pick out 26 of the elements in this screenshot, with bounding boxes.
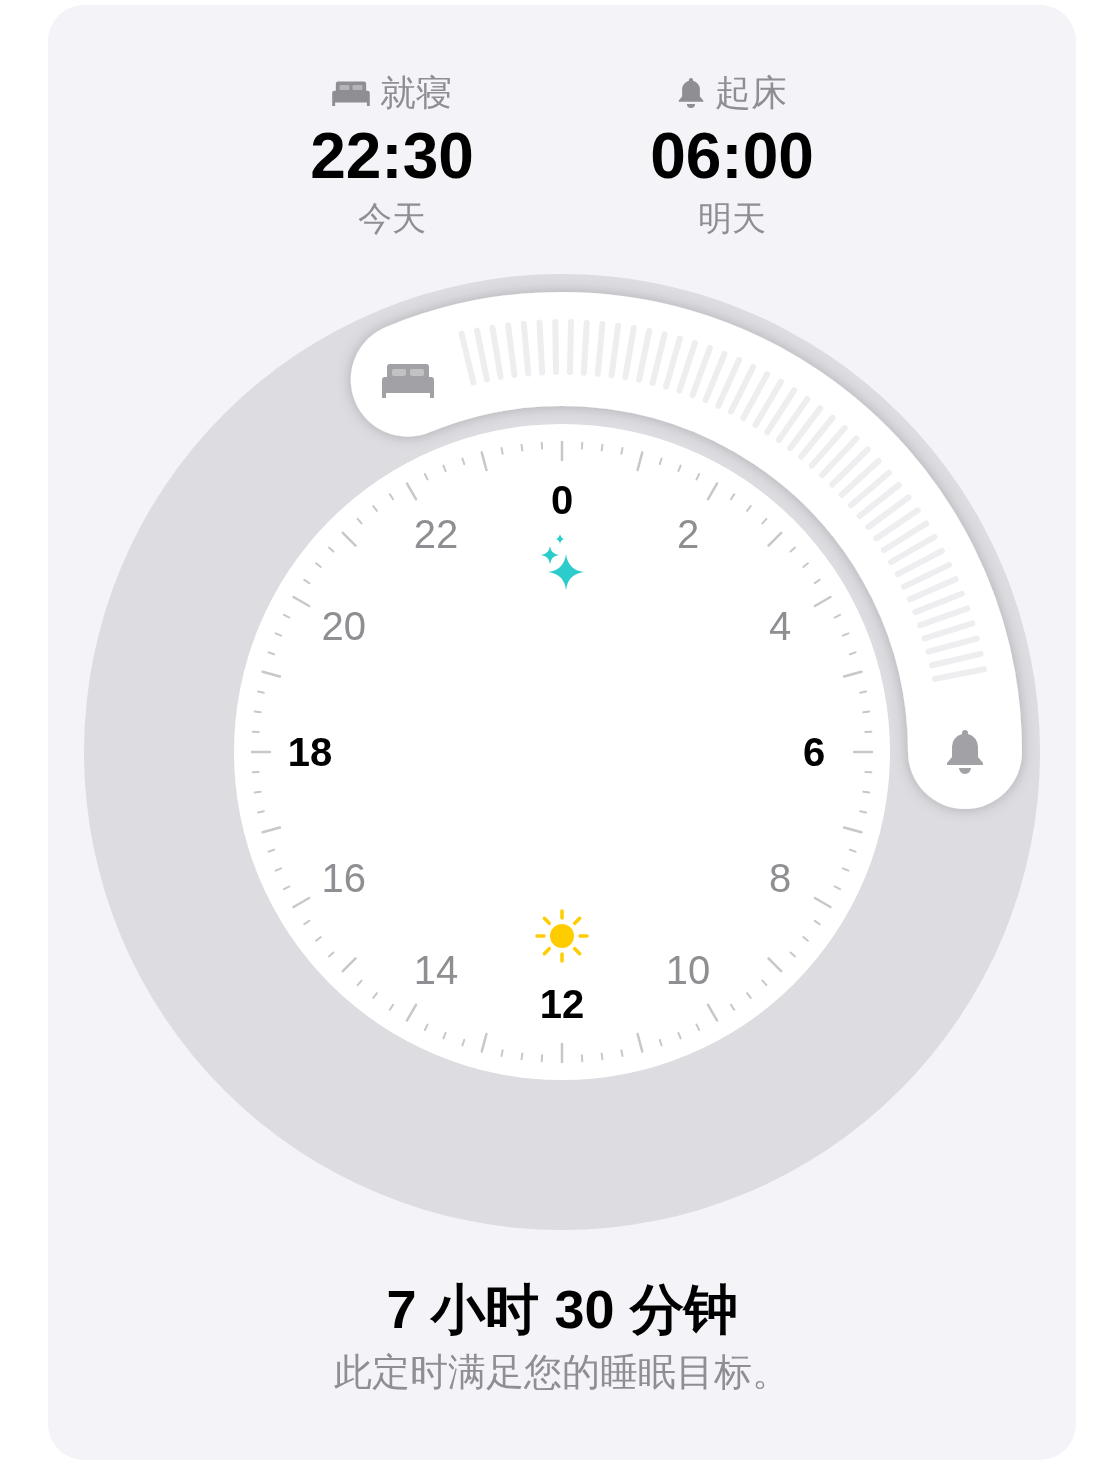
hour-label: 12 bbox=[539, 982, 585, 1026]
sleep-duration: 7 小时 30 分钟 bbox=[386, 1278, 738, 1341]
sparkles-icon bbox=[541, 534, 584, 590]
schedule-day: 明天 bbox=[698, 195, 766, 241]
hour-label: 0 bbox=[550, 478, 574, 522]
hour-label: 6 bbox=[802, 730, 826, 774]
hour-label: 20 bbox=[321, 604, 366, 648]
sun-icon bbox=[535, 909, 589, 963]
hour-label: 16 bbox=[321, 856, 366, 900]
hour-label: 18 bbox=[287, 730, 333, 774]
hour-label: 10 bbox=[665, 948, 711, 993]
schedule-label: 就寝 bbox=[380, 71, 452, 115]
bed-icon bbox=[332, 80, 370, 106]
schedule-time[interactable]: 22:30 bbox=[310, 117, 474, 195]
hour-label: 2 bbox=[676, 511, 700, 556]
hour-label: 14 bbox=[413, 948, 459, 993]
schedule-time[interactable]: 06:00 bbox=[650, 117, 814, 195]
hour-label: 8 bbox=[769, 856, 792, 900]
hour-label: 22 bbox=[413, 511, 459, 556]
sleep-goal-note: 此定时满足您的睡眠目标。 bbox=[334, 1350, 790, 1395]
hour-label: 4 bbox=[769, 604, 792, 648]
bell-icon bbox=[677, 78, 705, 108]
schedule-day: 今天 bbox=[358, 195, 426, 241]
bed-icon bbox=[381, 361, 434, 398]
bell-icon bbox=[945, 730, 985, 774]
schedule-label: 起床 bbox=[715, 71, 787, 115]
